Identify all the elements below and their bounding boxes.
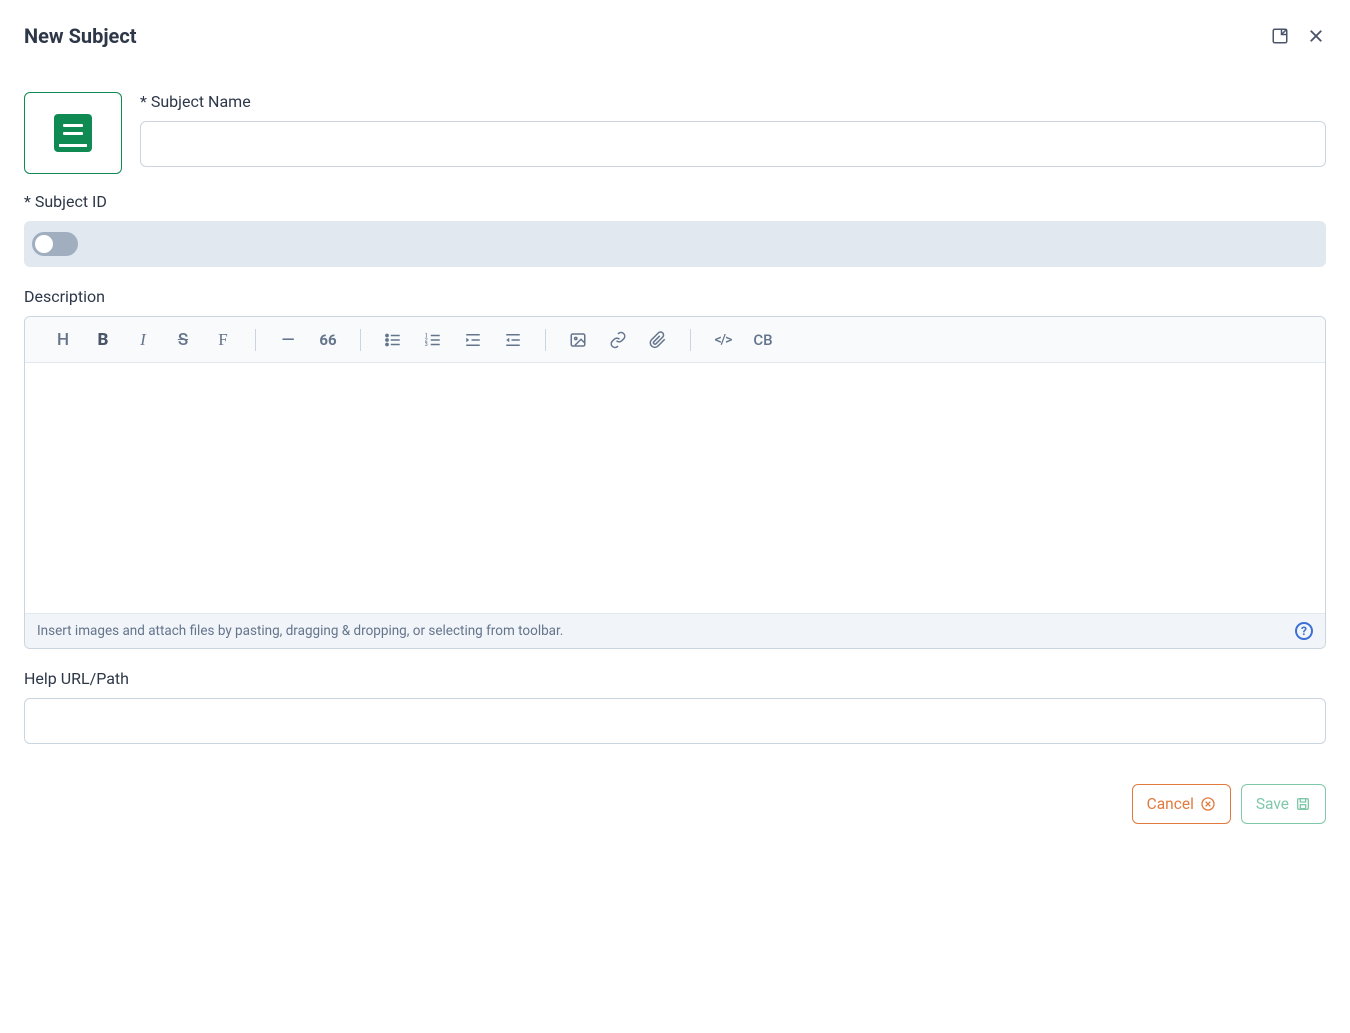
- indent-button[interactable]: [453, 324, 493, 356]
- subject-id-input: [78, 221, 1326, 267]
- blockquote-button[interactable]: 66: [308, 324, 348, 356]
- attachment-button[interactable]: [638, 324, 678, 356]
- format-button[interactable]: F: [203, 324, 243, 356]
- heading-button[interactable]: H: [43, 324, 83, 356]
- book-icon: [54, 114, 92, 152]
- subject-id-toggle[interactable]: [32, 232, 78, 256]
- dialog-header-actions: [1270, 26, 1326, 46]
- cancel-icon: [1200, 796, 1216, 812]
- ordered-list-button[interactable]: 123: [413, 324, 453, 356]
- subject-icon-picker[interactable]: [24, 92, 122, 174]
- toolbar-divider: [255, 329, 256, 351]
- dialog-content: * Subject Name * Subject ID Description …: [0, 52, 1350, 744]
- minimize-icon[interactable]: [1270, 26, 1290, 46]
- save-button-label: Save: [1256, 795, 1289, 813]
- editor-footer: Insert images and attach files by pastin…: [25, 613, 1325, 648]
- dialog-title: New Subject: [24, 24, 1270, 48]
- bold-button[interactable]: B: [83, 324, 123, 356]
- description-label: Description: [24, 287, 1326, 306]
- toolbar-divider: [360, 329, 361, 351]
- help-url-label: Help URL/Path: [24, 669, 1326, 688]
- save-icon: [1295, 796, 1311, 812]
- image-button[interactable]: [558, 324, 598, 356]
- strikethrough-button[interactable]: S: [163, 324, 203, 356]
- svg-text:3: 3: [425, 342, 428, 348]
- dialog-header: New Subject: [0, 0, 1350, 52]
- dialog-footer: Cancel Save: [0, 784, 1350, 824]
- description-textarea[interactable]: [25, 363, 1325, 613]
- editor-hint: Insert images and attach files by pastin…: [37, 623, 563, 639]
- toolbar-divider: [690, 329, 691, 351]
- horizontal-rule-button[interactable]: —: [268, 324, 308, 356]
- close-icon[interactable]: [1306, 26, 1326, 46]
- subject-id-wrapper: [24, 221, 1326, 267]
- toolbar-divider: [545, 329, 546, 351]
- description-editor: H B I S F — 66 123: [24, 316, 1326, 649]
- cancel-button[interactable]: Cancel: [1132, 784, 1231, 824]
- subject-id-label: * Subject ID: [24, 192, 1326, 211]
- new-subject-dialog: New Subject: [0, 0, 1350, 824]
- outdent-button[interactable]: [493, 324, 533, 356]
- editor-help-icon[interactable]: ?: [1295, 622, 1313, 640]
- inline-code-button[interactable]: </>: [703, 324, 743, 356]
- editor-toolbar: H B I S F — 66 123: [25, 317, 1325, 363]
- save-button[interactable]: Save: [1241, 784, 1326, 824]
- link-button[interactable]: [598, 324, 638, 356]
- italic-button[interactable]: I: [123, 324, 163, 356]
- help-url-input[interactable]: [24, 698, 1326, 744]
- cancel-button-label: Cancel: [1147, 795, 1194, 813]
- subject-name-label: * Subject Name: [140, 92, 1326, 111]
- code-block-button[interactable]: CB: [743, 324, 783, 356]
- subject-name-input[interactable]: [140, 121, 1326, 167]
- unordered-list-button[interactable]: [373, 324, 413, 356]
